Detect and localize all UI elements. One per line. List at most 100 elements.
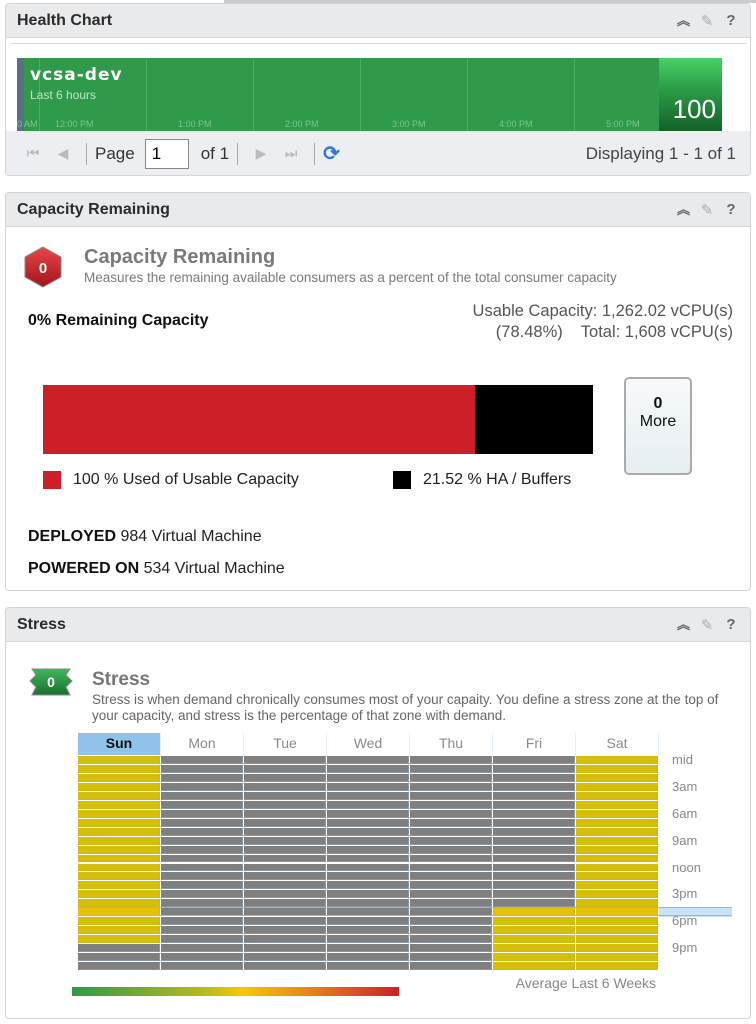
- heatmap-cell[interactable]: [493, 836, 575, 845]
- heatmap-cell[interactable]: [576, 791, 658, 800]
- heatmap-cell[interactable]: [78, 756, 160, 764]
- heatmap-cell[interactable]: [576, 917, 658, 926]
- day-header-tue[interactable]: Tue: [244, 733, 327, 755]
- heatmap-cell[interactable]: [327, 962, 409, 970]
- heatmap-cell[interactable]: [493, 944, 575, 953]
- heatmap-cell[interactable]: [161, 944, 243, 953]
- heatmap-cell[interactable]: [576, 926, 658, 935]
- heatmap-cell[interactable]: [493, 800, 575, 809]
- heatmap-cell[interactable]: [493, 782, 575, 791]
- heatmap-cell[interactable]: [493, 890, 575, 899]
- heatmap-cell[interactable]: [327, 773, 409, 782]
- heatmap-cell[interactable]: [161, 881, 243, 890]
- heatmap-cell[interactable]: [244, 782, 326, 791]
- heatmap-cell[interactable]: [78, 854, 160, 863]
- heatmap-cell[interactable]: [78, 836, 160, 845]
- heatmap-cell[interactable]: [244, 845, 326, 854]
- heatmap-cell[interactable]: [327, 836, 409, 845]
- next-page-icon[interactable]: ▶: [246, 145, 276, 162]
- collapse-icon[interactable]: ︽: [676, 14, 690, 27]
- heatmap-cell[interactable]: [78, 935, 160, 944]
- heatmap-cell[interactable]: [493, 818, 575, 827]
- heatmap-cell[interactable]: [78, 890, 160, 899]
- heatmap-cell[interactable]: [78, 764, 160, 773]
- heatmap-cell[interactable]: [410, 764, 492, 773]
- heatmap-cell[interactable]: [244, 953, 326, 962]
- heatmap-cell[interactable]: [244, 854, 326, 863]
- heatmap-cell[interactable]: [244, 836, 326, 845]
- heatmap-cell[interactable]: [78, 863, 160, 872]
- heatmap-cell[interactable]: [78, 899, 160, 908]
- help-icon[interactable]: ?: [724, 616, 738, 633]
- heatmap-cell[interactable]: [161, 917, 243, 926]
- collapse-icon[interactable]: ︽: [676, 618, 690, 631]
- heatmap-cell[interactable]: [78, 953, 160, 962]
- heatmap-cell[interactable]: [576, 962, 658, 970]
- heatmap-cell[interactable]: [576, 827, 658, 836]
- heatmap-cell[interactable]: [161, 773, 243, 782]
- heatmap-cell[interactable]: [327, 756, 409, 764]
- heatmap-cell[interactable]: [576, 854, 658, 863]
- edit-pencil-icon[interactable]: ✎: [700, 616, 714, 634]
- heatmap-cell[interactable]: [327, 809, 409, 818]
- heatmap-cell[interactable]: [244, 962, 326, 970]
- heatmap-cell[interactable]: [327, 791, 409, 800]
- heatmap-cell[interactable]: [576, 881, 658, 890]
- first-page-icon[interactable]: ⏮: [18, 145, 48, 162]
- heatmap-cell[interactable]: [327, 926, 409, 935]
- heatmap-cell[interactable]: [410, 872, 492, 881]
- heatmap-cell[interactable]: [327, 845, 409, 854]
- heatmap-cell[interactable]: [576, 953, 658, 962]
- heatmap-cell[interactable]: [161, 854, 243, 863]
- heatmap-cell[interactable]: [161, 791, 243, 800]
- heatmap-cell[interactable]: [161, 756, 243, 764]
- heatmap-cell[interactable]: [78, 881, 160, 890]
- heatmap-cell[interactable]: [493, 827, 575, 836]
- heatmap-cell[interactable]: [493, 962, 575, 970]
- heatmap-cell[interactable]: [78, 926, 160, 935]
- heatmap-cell[interactable]: [78, 773, 160, 782]
- heatmap-cell[interactable]: [78, 944, 160, 953]
- heatmap-cell[interactable]: [493, 926, 575, 935]
- stress-heatmap[interactable]: [78, 756, 659, 971]
- heatmap-cell[interactable]: [327, 872, 409, 881]
- heatmap-cell[interactable]: [244, 881, 326, 890]
- heatmap-cell[interactable]: [244, 917, 326, 926]
- day-header-thu[interactable]: Thu: [410, 733, 493, 755]
- heatmap-cell[interactable]: [410, 809, 492, 818]
- heatmap-cell[interactable]: [327, 953, 409, 962]
- day-header-mon[interactable]: Mon: [161, 733, 244, 755]
- heatmap-cell[interactable]: [576, 845, 658, 854]
- heatmap-cell[interactable]: [244, 827, 326, 836]
- heatmap-cell[interactable]: [244, 818, 326, 827]
- heatmap-cell[interactable]: [327, 827, 409, 836]
- heatmap-cell[interactable]: [576, 800, 658, 809]
- heatmap-cell[interactable]: [244, 764, 326, 773]
- heatmap-cell[interactable]: [161, 863, 243, 872]
- heatmap-cell[interactable]: [493, 764, 575, 773]
- heatmap-cell[interactable]: [493, 791, 575, 800]
- heatmap-cell[interactable]: [161, 953, 243, 962]
- heatmap-cell[interactable]: [78, 827, 160, 836]
- heatmap-cell[interactable]: [327, 935, 409, 944]
- heatmap-cell[interactable]: [244, 773, 326, 782]
- heatmap-cell[interactable]: [78, 782, 160, 791]
- heatmap-cell[interactable]: [493, 881, 575, 890]
- heatmap-cell[interactable]: [410, 854, 492, 863]
- day-header-wed[interactable]: Wed: [327, 733, 410, 755]
- heatmap-cell[interactable]: [161, 962, 243, 970]
- help-icon[interactable]: ?: [724, 201, 738, 218]
- heatmap-cell[interactable]: [327, 854, 409, 863]
- day-header-fri[interactable]: Fri: [493, 733, 576, 755]
- heatmap-cell[interactable]: [78, 809, 160, 818]
- heatmap-cell[interactable]: [410, 953, 492, 962]
- heatmap-cell[interactable]: [78, 800, 160, 809]
- heatmap-cell[interactable]: [493, 863, 575, 872]
- heatmap-cell[interactable]: [327, 863, 409, 872]
- heatmap-cell[interactable]: [493, 935, 575, 944]
- heatmap-cell[interactable]: [576, 782, 658, 791]
- heatmap-cell[interactable]: [576, 944, 658, 953]
- heatmap-cell[interactable]: [327, 800, 409, 809]
- heatmap-cell[interactable]: [493, 854, 575, 863]
- heatmap-cell[interactable]: [161, 818, 243, 827]
